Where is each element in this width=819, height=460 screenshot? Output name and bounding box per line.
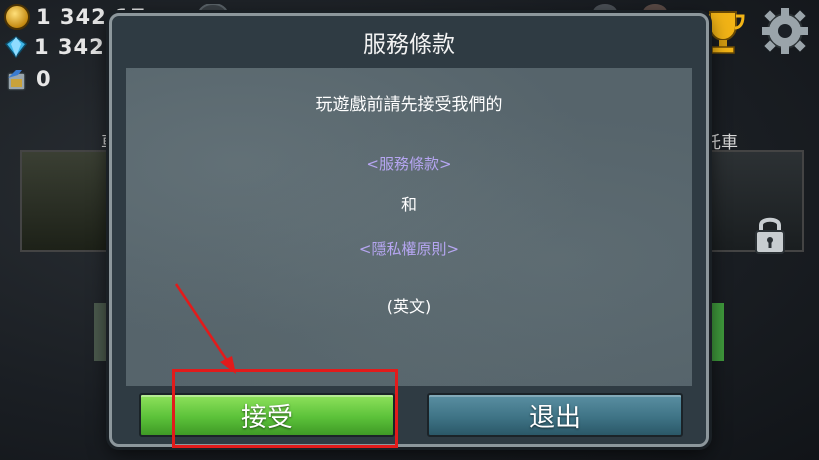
coin-icon <box>4 4 30 30</box>
privacy-policy-link[interactable]: <隱私權原則> <box>126 238 692 259</box>
gem-icon <box>4 36 28 59</box>
pointer-arrow <box>174 283 236 374</box>
fuel-can-icon <box>7 70 26 91</box>
fuel-value: 0 <box>36 67 52 91</box>
terms-of-service-link[interactable]: <服務條款> <box>126 153 692 174</box>
highlight-box <box>172 369 398 448</box>
gear-icon[interactable] <box>760 6 810 56</box>
and-text: 和 <box>400 195 417 214</box>
dialog-title: 服務條款 <box>363 32 455 58</box>
exit-button[interactable]: 退出 <box>427 393 683 437</box>
intro-text: 玩遊戲前請先接受我們的 <box>315 95 503 115</box>
fuel-counter: 0 <box>4 66 52 92</box>
lock-icon <box>755 217 785 254</box>
